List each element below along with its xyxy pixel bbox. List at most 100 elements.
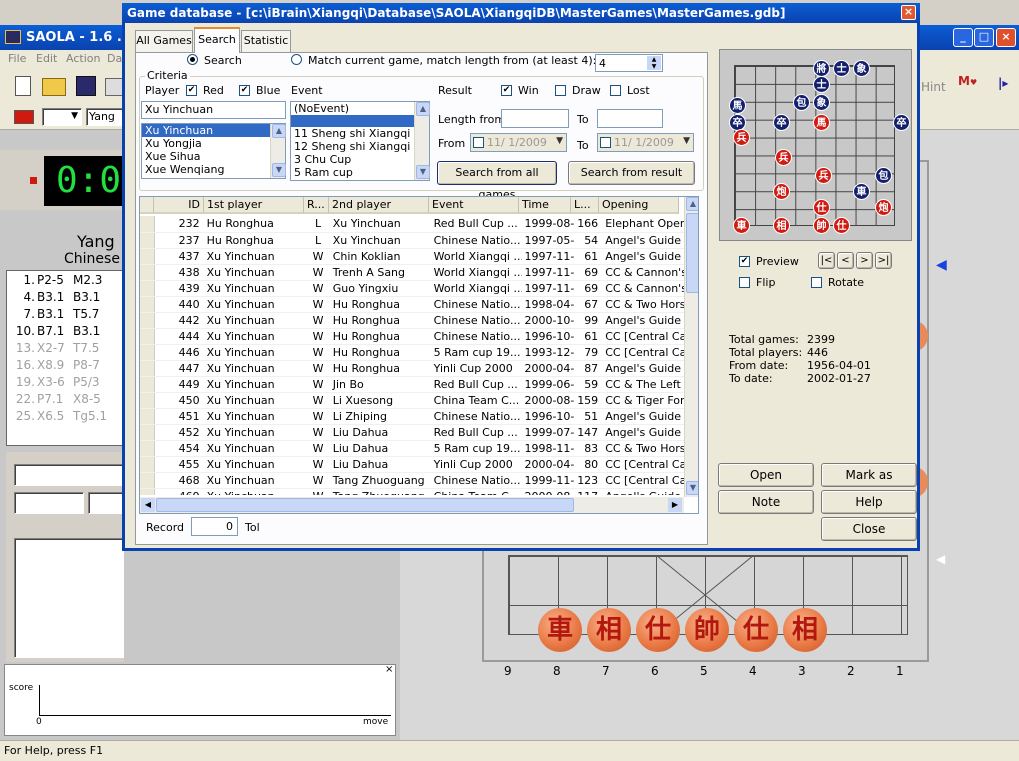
- player-list-item[interactable]: Xu Yongjia: [142, 137, 285, 150]
- scroll-down-icon[interactable]: ▼: [686, 481, 698, 495]
- player-list-scrollbar[interactable]: ▲ ▼: [270, 124, 286, 178]
- draw-checkbox[interactable]: [555, 85, 566, 96]
- player-list-item[interactable]: Xue Sihua: [142, 150, 285, 163]
- last-move-button[interactable]: >|: [875, 252, 892, 269]
- search-result-button[interactable]: Search from result: [568, 161, 695, 185]
- event-list-item[interactable]: 12 Sheng shi Xiangqi Ch: [291, 140, 415, 153]
- board-piece[interactable]: 車: [538, 608, 582, 652]
- open-button[interactable]: Open: [718, 463, 814, 487]
- scroll-down-icon[interactable]: ▼: [416, 165, 430, 179]
- maximize-button[interactable]: □: [974, 28, 994, 47]
- column-header[interactable]: R...: [304, 197, 329, 214]
- tab-statistic[interactable]: Statistic: [241, 30, 291, 52]
- menu-edit[interactable]: Edit: [36, 52, 57, 65]
- player-list[interactable]: Xu Yinchuan Xu Yongjia Xue Sihua Xue Wenqia…: [141, 123, 286, 179]
- record-input[interactable]: 0: [191, 517, 238, 536]
- scroll-right-icon[interactable]: ▶: [668, 498, 682, 512]
- move-row[interactable]: 7. B3.1 T5.7: [7, 306, 123, 323]
- column-header[interactable]: Time: [519, 197, 571, 214]
- table-row[interactable]: 449 Xu Yinchuan W Jin Bo Red Bull Cup ... 199…: [140, 376, 684, 393]
- menu-file[interactable]: File: [8, 52, 26, 65]
- column-header[interactable]: Opening: [599, 197, 679, 214]
- length-to-input[interactable]: [597, 109, 663, 128]
- help-button[interactable]: Help: [821, 490, 917, 514]
- results-grid[interactable]: ID 1st player R... 2nd player Event Time L... O…: [139, 196, 699, 514]
- match-length-spinner[interactable]: 4 ▲ ▼: [595, 54, 663, 72]
- board-piece[interactable]: 仕: [734, 608, 778, 652]
- event-list-item[interactable]: 3 Chu Cup: [291, 153, 415, 166]
- move-row[interactable]: 16. X8.9 P8-7: [7, 357, 123, 374]
- scroll-down-icon[interactable]: ▼: [272, 163, 286, 177]
- event-list[interactable]: (NoEvent) 11 Sheng shi Xiangqi Ch 12 Sheng…: [290, 101, 430, 181]
- table-row[interactable]: 447 Xu Yinchuan W Hu Ronghua Yinli Cup 2000 2…: [140, 360, 684, 377]
- move-row[interactable]: 22. P7.1 X8-5: [7, 391, 123, 408]
- search-mode-radio[interactable]: [187, 54, 198, 65]
- mark-deleting-button[interactable]: Mark as deleting: [821, 463, 917, 504]
- move-row[interactable]: 4. B3.1 B3.1: [7, 289, 123, 306]
- tab-search[interactable]: Search: [194, 27, 240, 53]
- date-from-picker[interactable]: 11/ 1/2009 ▼: [470, 133, 567, 152]
- player-list-item[interactable]: Xue Wenqiang: [142, 163, 285, 176]
- dropdown-arrow-icon[interactable]: ▼: [556, 136, 563, 146]
- player-input[interactable]: Xu Yinchuan: [141, 101, 286, 119]
- analysis-field-1[interactable]: [14, 464, 124, 486]
- lost-checkbox[interactable]: [610, 85, 621, 96]
- table-row[interactable]: 444 Xu Yinchuan W Hu Ronghua Chinese Natio..…: [140, 328, 684, 345]
- preview-checkbox[interactable]: ✔: [739, 256, 750, 267]
- flip-checkbox[interactable]: [739, 277, 750, 288]
- move-row[interactable]: 19. X3-6 P5/3: [7, 374, 123, 391]
- last-move-icon[interactable]: |▸: [998, 76, 1016, 96]
- player-short-field[interactable]: Yang: [86, 108, 126, 126]
- spin-down-icon[interactable]: ▼: [647, 63, 661, 70]
- dropdown-arrow-icon[interactable]: ▼: [683, 136, 690, 146]
- column-header[interactable]: 1st player: [204, 197, 304, 214]
- date-to-picker[interactable]: 11/ 1/2009 ▼: [597, 133, 694, 152]
- board-piece[interactable]: 相: [587, 608, 631, 652]
- new-file-icon[interactable]: [15, 76, 31, 96]
- note-button[interactable]: Note: [718, 490, 814, 514]
- board-piece[interactable]: 帥: [685, 608, 729, 652]
- table-row[interactable]: 237 Hu Ronghua L Xu Yinchuan Chinese Natio..…: [140, 232, 684, 249]
- main-close-button[interactable]: ×: [996, 28, 1016, 47]
- board-piece[interactable]: 仕: [636, 608, 680, 652]
- length-from-input[interactable]: [501, 109, 569, 128]
- player-list-item[interactable]: Xu Yinchuan: [142, 124, 270, 137]
- scroll-hthumb[interactable]: [156, 498, 574, 512]
- match-mode-radio[interactable]: [291, 54, 302, 65]
- grid-hscroll[interactable]: ◀ ▶: [140, 497, 684, 513]
- china-flag-icon[interactable]: [14, 110, 34, 124]
- table-row[interactable]: 452 Xu Yinchuan W Liu Dahua Red Bull Cup ...…: [140, 424, 684, 441]
- table-row[interactable]: 232 Hu Ronghua L Xu Yinchuan Red Bull Cup ..…: [140, 216, 684, 233]
- table-row[interactable]: 442 Xu Yinchuan W Hu Ronghua Chinese Natio..…: [140, 312, 684, 329]
- rotate-checkbox[interactable]: [811, 277, 822, 288]
- table-row[interactable]: 446 Xu Yinchuan W Hu Ronghua 5 Ram cup 19...…: [140, 344, 684, 361]
- player-select[interactable]: ▼: [42, 108, 82, 126]
- table-row[interactable]: 455 Xu Yinchuan W Liu Dahua Yinli Cup 2000 20…: [140, 456, 684, 473]
- move-row[interactable]: 1. P2-5 M2.3: [7, 272, 123, 289]
- save-icon[interactable]: [76, 76, 96, 96]
- open-folder-icon[interactable]: [42, 78, 66, 96]
- print-icon[interactable]: [105, 78, 123, 96]
- table-row[interactable]: 454 Xu Yinchuan W Liu Dahua 5 Ram cup 19... 1…: [140, 440, 684, 457]
- spin-up-icon[interactable]: ▲: [647, 56, 661, 63]
- board-piece[interactable]: 相: [783, 608, 827, 652]
- move-icon[interactable]: M♥: [958, 74, 984, 98]
- table-row[interactable]: 440 Xu Yinchuan W Hu Ronghua Chinese Natio..…: [140, 296, 684, 313]
- table-row[interactable]: 437 Xu Yinchuan W Chin Koklian World Xiangqi…: [140, 248, 684, 265]
- tab-all-games[interactable]: All Games: [135, 30, 193, 52]
- hint-button[interactable]: Hint: [921, 80, 946, 94]
- scroll-up-icon[interactable]: ▲: [686, 197, 698, 211]
- column-header[interactable]: L...: [571, 197, 599, 214]
- move-row[interactable]: 25. X6.5 Tg5.1: [7, 408, 123, 425]
- scroll-thumb[interactable]: [686, 213, 698, 293]
- scroll-up-icon[interactable]: ▲: [272, 124, 286, 138]
- minimize-button[interactable]: _: [953, 28, 973, 47]
- table-row[interactable]: 450 Xu Yinchuan W Li Xuesong China Team C...…: [140, 392, 684, 409]
- table-row[interactable]: 439 Xu Yinchuan W Guo Yingxiu World Xiangqi …: [140, 280, 684, 297]
- table-row[interactable]: 468 Xu Yinchuan W Tang Zhuoguang Chinese Nat…: [140, 472, 684, 489]
- event-list-item[interactable]: 5 Ram cup: [291, 166, 415, 179]
- table-row[interactable]: 451 Xu Yinchuan W Li Zhiping Chinese Natio..…: [140, 408, 684, 425]
- menu-action[interactable]: Action: [66, 52, 100, 65]
- date-from-checkbox[interactable]: [473, 137, 484, 148]
- column-header[interactable]: Event: [429, 197, 519, 214]
